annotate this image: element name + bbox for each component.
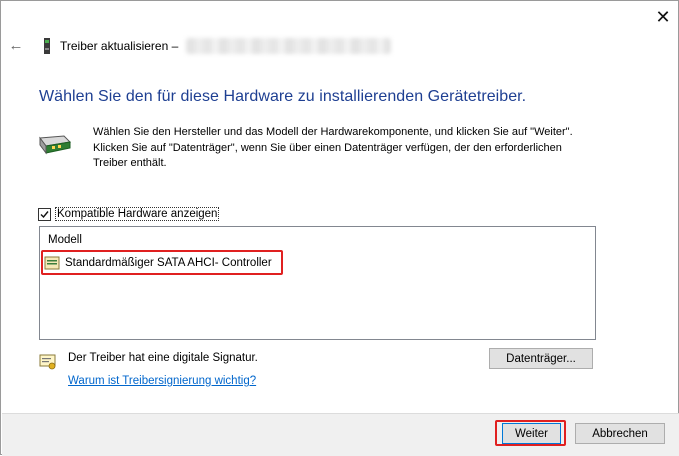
cancel-button[interactable]: Abbrechen — [575, 423, 665, 444]
back-arrow-icon: ← — [8, 36, 24, 54]
checkmark-icon — [40, 210, 49, 218]
certificate-icon — [39, 354, 56, 370]
signature-info-link[interactable]: Warum ist Treibersignierung wichtig? — [68, 375, 256, 387]
device-name-redacted — [186, 38, 391, 54]
next-button-highlight — [495, 420, 566, 446]
window-title: Treiber aktualisieren – — [60, 39, 179, 53]
signature-status-text: Der Treiber hat eine digitale Signatur. — [68, 352, 258, 364]
model-listbox[interactable]: Modell Standardmäßiger SATA AHCI- Contro… — [39, 226, 596, 340]
back-button[interactable]: ← — [6, 35, 26, 55]
page-title: Wählen Sie den für diese Hardware zu ins… — [39, 88, 527, 105]
compatible-hardware-checkbox[interactable] — [38, 207, 51, 221]
update-driver-window: ✕ ← Treiber aktualisieren – Wählen Sie d… — [0, 0, 679, 456]
hardware-card-icon — [39, 135, 72, 155]
close-icon: ✕ — [655, 7, 671, 27]
device-icon — [44, 38, 50, 54]
compatible-hardware-checkbox-row[interactable]: Kompatible Hardware anzeigen — [38, 207, 220, 221]
compatible-hardware-label[interactable]: Kompatible Hardware anzeigen — [55, 207, 220, 221]
model-column-header: Modell — [48, 234, 82, 246]
intro-text: Wählen Sie den Hersteller und das Modell… — [93, 126, 573, 169]
disk-button[interactable]: Datenträger... — [489, 348, 593, 369]
close-button[interactable]: ✕ — [649, 3, 677, 31]
selected-model-highlight — [41, 250, 283, 275]
